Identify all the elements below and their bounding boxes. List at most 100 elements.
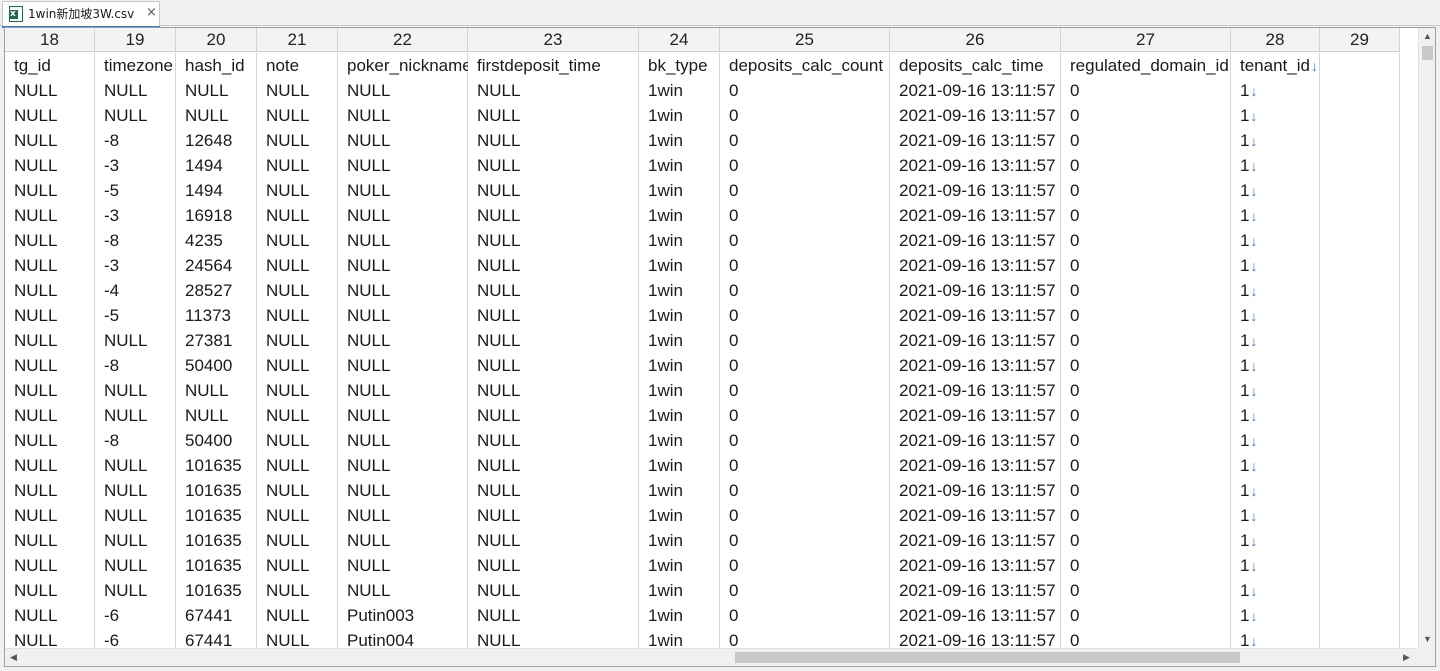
- table-cell[interactable]: NULL: [468, 128, 639, 153]
- table-cell[interactable]: 2021-09-16 13:11:57: [890, 128, 1061, 153]
- table-cell[interactable]: NULL: [338, 553, 468, 578]
- table-cell[interactable]: NULL: [468, 153, 639, 178]
- table-cell[interactable]: -5: [95, 178, 176, 203]
- table-cell[interactable]: NULL: [468, 178, 639, 203]
- table-cell[interactable]: 0: [1061, 378, 1231, 403]
- table-cell[interactable]: NULL: [257, 253, 338, 278]
- table-cell[interactable]: NULL: [257, 353, 338, 378]
- table-cell[interactable]: 101635: [176, 528, 257, 553]
- table-cell[interactable]: -8: [95, 353, 176, 378]
- table-cell[interactable]: NULL: [338, 528, 468, 553]
- header-cell[interactable]: timezone: [95, 53, 176, 78]
- table-cell[interactable]: 0: [720, 153, 890, 178]
- scroll-right-icon[interactable]: ▶: [1398, 649, 1415, 666]
- table-cell[interactable]: 1↓: [1231, 403, 1320, 428]
- table-cell[interactable]: 0: [720, 178, 890, 203]
- table-cell[interactable]: 1↓: [1231, 153, 1320, 178]
- table-cell[interactable]: 1↓: [1231, 628, 1320, 648]
- table-cell[interactable]: 0: [720, 228, 890, 253]
- table-cell[interactable]: 1win: [639, 503, 720, 528]
- table-cell[interactable]: [1320, 478, 1400, 503]
- table-cell[interactable]: 1win: [639, 603, 720, 628]
- table-cell[interactable]: 0: [1061, 578, 1231, 603]
- table-cell[interactable]: NULL: [5, 103, 95, 128]
- table-cell[interactable]: NULL: [5, 553, 95, 578]
- table-cell[interactable]: NULL: [5, 328, 95, 353]
- table-cell[interactable]: 1↓: [1231, 78, 1320, 103]
- table-cell[interactable]: 0: [720, 278, 890, 303]
- table-cell[interactable]: 101635: [176, 478, 257, 503]
- table-cell[interactable]: [1320, 103, 1400, 128]
- table-cell[interactable]: 2021-09-16 13:11:57: [890, 253, 1061, 278]
- table-cell[interactable]: NULL: [468, 628, 639, 648]
- table-cell[interactable]: 0: [1061, 153, 1231, 178]
- table-cell[interactable]: 0: [1061, 353, 1231, 378]
- table-cell[interactable]: [1320, 153, 1400, 178]
- column-number-24[interactable]: 24: [639, 28, 720, 52]
- scroll-left-icon[interactable]: ◀: [5, 649, 22, 666]
- table-cell[interactable]: 67441: [176, 628, 257, 648]
- table-cell[interactable]: NULL: [257, 328, 338, 353]
- table-cell[interactable]: 1↓: [1231, 553, 1320, 578]
- table-cell[interactable]: NULL: [468, 328, 639, 353]
- table-cell[interactable]: NULL: [176, 403, 257, 428]
- table-cell[interactable]: 0: [720, 353, 890, 378]
- table-cell[interactable]: NULL: [468, 353, 639, 378]
- table-cell[interactable]: 0: [1061, 103, 1231, 128]
- table-cell[interactable]: [1320, 428, 1400, 453]
- table-cell[interactable]: 1↓: [1231, 503, 1320, 528]
- table-cell[interactable]: 67441: [176, 603, 257, 628]
- table-cell[interactable]: 1win: [639, 528, 720, 553]
- table-cell[interactable]: NULL: [5, 353, 95, 378]
- table-cell[interactable]: 2021-09-16 13:11:57: [890, 353, 1061, 378]
- table-cell[interactable]: 1↓: [1231, 578, 1320, 603]
- table-cell[interactable]: 0: [1061, 553, 1231, 578]
- table-cell[interactable]: 1↓: [1231, 103, 1320, 128]
- table-cell[interactable]: Putin003: [338, 603, 468, 628]
- table-cell[interactable]: [1320, 228, 1400, 253]
- table-cell[interactable]: -4: [95, 278, 176, 303]
- table-cell[interactable]: 1↓: [1231, 253, 1320, 278]
- header-cell[interactable]: [1320, 53, 1400, 78]
- table-cell[interactable]: [1320, 578, 1400, 603]
- table-cell[interactable]: NULL: [5, 228, 95, 253]
- table-cell[interactable]: 2021-09-16 13:11:57: [890, 203, 1061, 228]
- table-cell[interactable]: -3: [95, 153, 176, 178]
- file-tab[interactable]: 1win新加坡3W.csv ×: [2, 1, 160, 28]
- table-cell[interactable]: 0: [1061, 278, 1231, 303]
- table-cell[interactable]: -3: [95, 203, 176, 228]
- table-cell[interactable]: NULL: [338, 353, 468, 378]
- table-cell[interactable]: [1320, 378, 1400, 403]
- column-number-21[interactable]: 21: [257, 28, 338, 52]
- table-cell[interactable]: 2021-09-16 13:11:57: [890, 303, 1061, 328]
- table-cell[interactable]: 2021-09-16 13:11:57: [890, 403, 1061, 428]
- table-cell[interactable]: NULL: [95, 478, 176, 503]
- table-cell[interactable]: [1320, 528, 1400, 553]
- table-cell[interactable]: 101635: [176, 578, 257, 603]
- table-cell[interactable]: [1320, 128, 1400, 153]
- table-cell[interactable]: NULL: [338, 278, 468, 303]
- header-cell[interactable]: tg_id: [5, 53, 95, 78]
- table-cell[interactable]: -6: [95, 603, 176, 628]
- table-cell[interactable]: 0: [720, 603, 890, 628]
- table-cell[interactable]: NULL: [468, 278, 639, 303]
- column-number-27[interactable]: 27: [1061, 28, 1231, 52]
- column-number-23[interactable]: 23: [468, 28, 639, 52]
- table-cell[interactable]: 11373: [176, 303, 257, 328]
- table-cell[interactable]: -8: [95, 428, 176, 453]
- horizontal-scrollbar[interactable]: ◀ ▶: [5, 648, 1418, 666]
- table-cell[interactable]: NULL: [95, 453, 176, 478]
- table-cell[interactable]: NULL: [338, 478, 468, 503]
- table-cell[interactable]: NULL: [5, 528, 95, 553]
- table-cell[interactable]: NULL: [257, 503, 338, 528]
- table-cell[interactable]: NULL: [338, 78, 468, 103]
- table-cell[interactable]: [1320, 203, 1400, 228]
- table-cell[interactable]: NULL: [257, 603, 338, 628]
- vertical-scrollbar[interactable]: ▲ ▼: [1418, 28, 1435, 648]
- header-cell[interactable]: hash_id: [176, 53, 257, 78]
- table-cell[interactable]: NULL: [5, 178, 95, 203]
- table-cell[interactable]: 0: [1061, 603, 1231, 628]
- table-cell[interactable]: 1↓: [1231, 203, 1320, 228]
- scroll-down-icon[interactable]: ▼: [1419, 631, 1436, 648]
- table-cell[interactable]: 50400: [176, 353, 257, 378]
